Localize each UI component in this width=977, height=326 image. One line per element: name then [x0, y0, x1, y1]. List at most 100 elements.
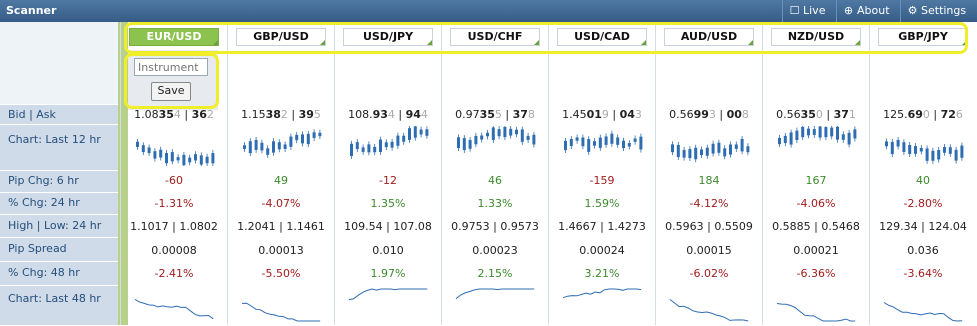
bid-ask-part: 3 [708, 108, 716, 121]
candle-body [853, 129, 857, 139]
pip-spread: 0.00021 [793, 244, 839, 257]
pct-change-48hr: 1.97% [370, 267, 406, 280]
candle-body [587, 139, 591, 152]
bid-ask-part: 37 [833, 108, 849, 121]
instrument-column: GBP/USD 1.15382 | 395 49 -4.07% 1.2041 | 1.1… [227, 22, 334, 325]
live-button[interactable]: ☐ Live [782, 0, 836, 22]
candle-body [176, 157, 180, 161]
row-label-pip-chg-6: Pip Chg: 6 hr [0, 170, 118, 192]
high-low-24hr: 0.9753 | 0.9573 [451, 220, 539, 233]
editor-highlight [124, 53, 219, 109]
candle-body [688, 149, 692, 159]
candle-body [188, 157, 192, 163]
bid-ask-part: 39 [298, 108, 314, 121]
instrument-column: NZD/USD 0.56350 | 371 167 -4.06% 0.5885 | 0.… [762, 22, 869, 325]
row-label-panel: Bid | Ask Chart: Last 12 hr Pip Chg: 6 h… [0, 22, 118, 325]
candle-body [312, 132, 316, 138]
candle-body [480, 135, 484, 140]
candle-body [367, 144, 371, 153]
bid-ask-value: 108.934 | 944 [335, 108, 441, 121]
candle-body [283, 144, 287, 149]
candle-body [717, 142, 721, 153]
candle-body [890, 141, 894, 155]
candle-body [627, 143, 631, 147]
instrument-column: USD/CHF 0.97355 | 378 46 1.33% 0.9753 | 0.95… [441, 22, 548, 325]
bid-ask-part: | [501, 108, 513, 121]
bid-ask-part: | [608, 108, 620, 121]
pct-change-24hr: -4.07% [261, 197, 301, 210]
candle-body [925, 148, 929, 161]
price-line [669, 299, 749, 322]
bid-ask-part: | [715, 108, 727, 121]
pct-change-24hr: 1.33% [477, 197, 513, 210]
candle-body [350, 143, 353, 156]
candle-body [159, 149, 163, 158]
candle-body [520, 129, 524, 142]
row-label-pct-chg-24: % Chg: 24 hr [0, 192, 118, 214]
chart-12hr [778, 126, 857, 148]
bid-ask-part: 99 [693, 108, 709, 121]
candle-body [836, 126, 839, 140]
row-label-pct-chg-48: % Chg: 48 hr [0, 261, 118, 285]
header-highlight [124, 22, 968, 54]
candle-body [462, 138, 466, 151]
bid-ask-part: 0 [815, 108, 823, 121]
chart-12hr [885, 136, 964, 164]
high-low-24hr: 1.4667 | 1.4273 [558, 220, 646, 233]
bid-ask-part: 0 [922, 108, 930, 121]
candle-body [306, 133, 310, 145]
bid-ask-part: 8 [527, 108, 535, 121]
pct-change-48hr: 2.15% [477, 267, 513, 280]
candle-body [503, 126, 507, 138]
candle-body [141, 145, 145, 153]
candle-body [390, 141, 394, 148]
candle-body [205, 156, 209, 164]
pip-spread: 0.00015 [686, 244, 732, 257]
candle-body [194, 154, 197, 161]
bid-ask-value: 0.56350 | 371 [763, 108, 869, 121]
bid-ask-part: | [822, 108, 834, 121]
candle-body [153, 151, 157, 159]
candle-body [408, 128, 411, 140]
row-label-bid-ask: Bid | Ask [0, 104, 118, 124]
candle-body [295, 134, 299, 141]
candle-body [569, 139, 573, 147]
chart-48hr [455, 288, 535, 300]
candle-body [147, 147, 151, 153]
chart-12hr [243, 129, 322, 158]
candle-body [931, 150, 935, 161]
row-label-pip-spread: Pip Spread [0, 237, 118, 261]
candle-body [509, 128, 513, 136]
chart-48hr [776, 303, 856, 322]
candle-body [954, 149, 958, 161]
price-line [348, 288, 428, 301]
candle-body [593, 141, 596, 146]
bid-ask-part: 4 [420, 108, 428, 121]
candle-body [734, 144, 738, 149]
candle-body [581, 137, 585, 147]
candle-body [384, 142, 388, 148]
candle-body [243, 145, 246, 149]
chart-48hr [669, 299, 749, 322]
pct-change-48hr: -3.64% [903, 267, 943, 280]
pip-change-6hr: 40 [916, 174, 930, 187]
price-line [134, 298, 214, 320]
candle-body [778, 137, 781, 145]
price-line [562, 288, 642, 299]
candle-body [468, 139, 472, 149]
about-button[interactable]: ⊕ About [836, 0, 900, 22]
bid-ask-part: 93 [372, 108, 388, 121]
live-label: Live [803, 4, 826, 17]
settings-button[interactable]: ⚙ Settings [900, 0, 977, 22]
candle-body [318, 132, 322, 137]
candle-body [532, 134, 536, 145]
instrument-column: AUD/USD 0.56993 | 008 184 -4.12% 0.5963 | 0.… [655, 22, 762, 325]
pip-spread: 0.00008 [151, 244, 197, 257]
candle-body [902, 142, 906, 152]
candle-body [419, 129, 423, 135]
price-line [776, 303, 856, 322]
pip-change-6hr: -12 [379, 174, 397, 187]
candle-body [694, 147, 698, 160]
bid-ask-part: | [929, 108, 941, 121]
pct-change-24hr: 1.59% [584, 197, 620, 210]
